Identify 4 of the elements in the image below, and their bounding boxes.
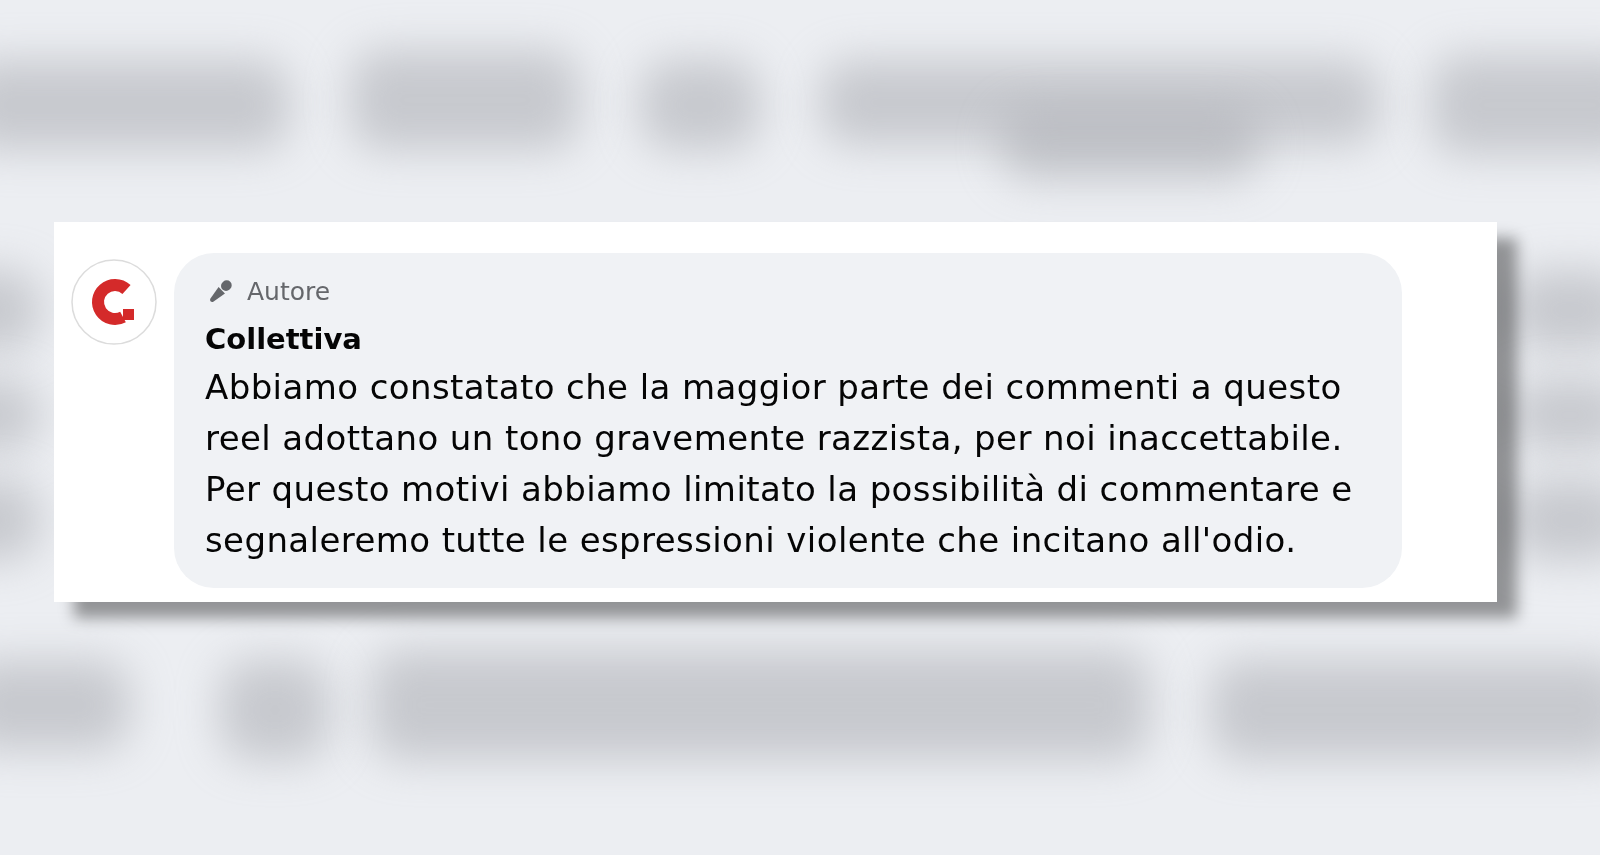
comment-text: Abbiamo constatato che la maggior parte dei commenti a questo reel adottano un tono gravemente razzista, per noi inaccettabile. Per questo motivi abbiamo limitato la possibilità di commentare e segnaleremo tutte le espressioni violente che incitano all'odio. bbox=[205, 366, 1354, 562]
author-name[interactable]: Collettiva bbox=[205, 319, 1382, 359]
avatar-logo-icon bbox=[71, 259, 157, 345]
author-role-label: Autore bbox=[247, 277, 331, 307]
